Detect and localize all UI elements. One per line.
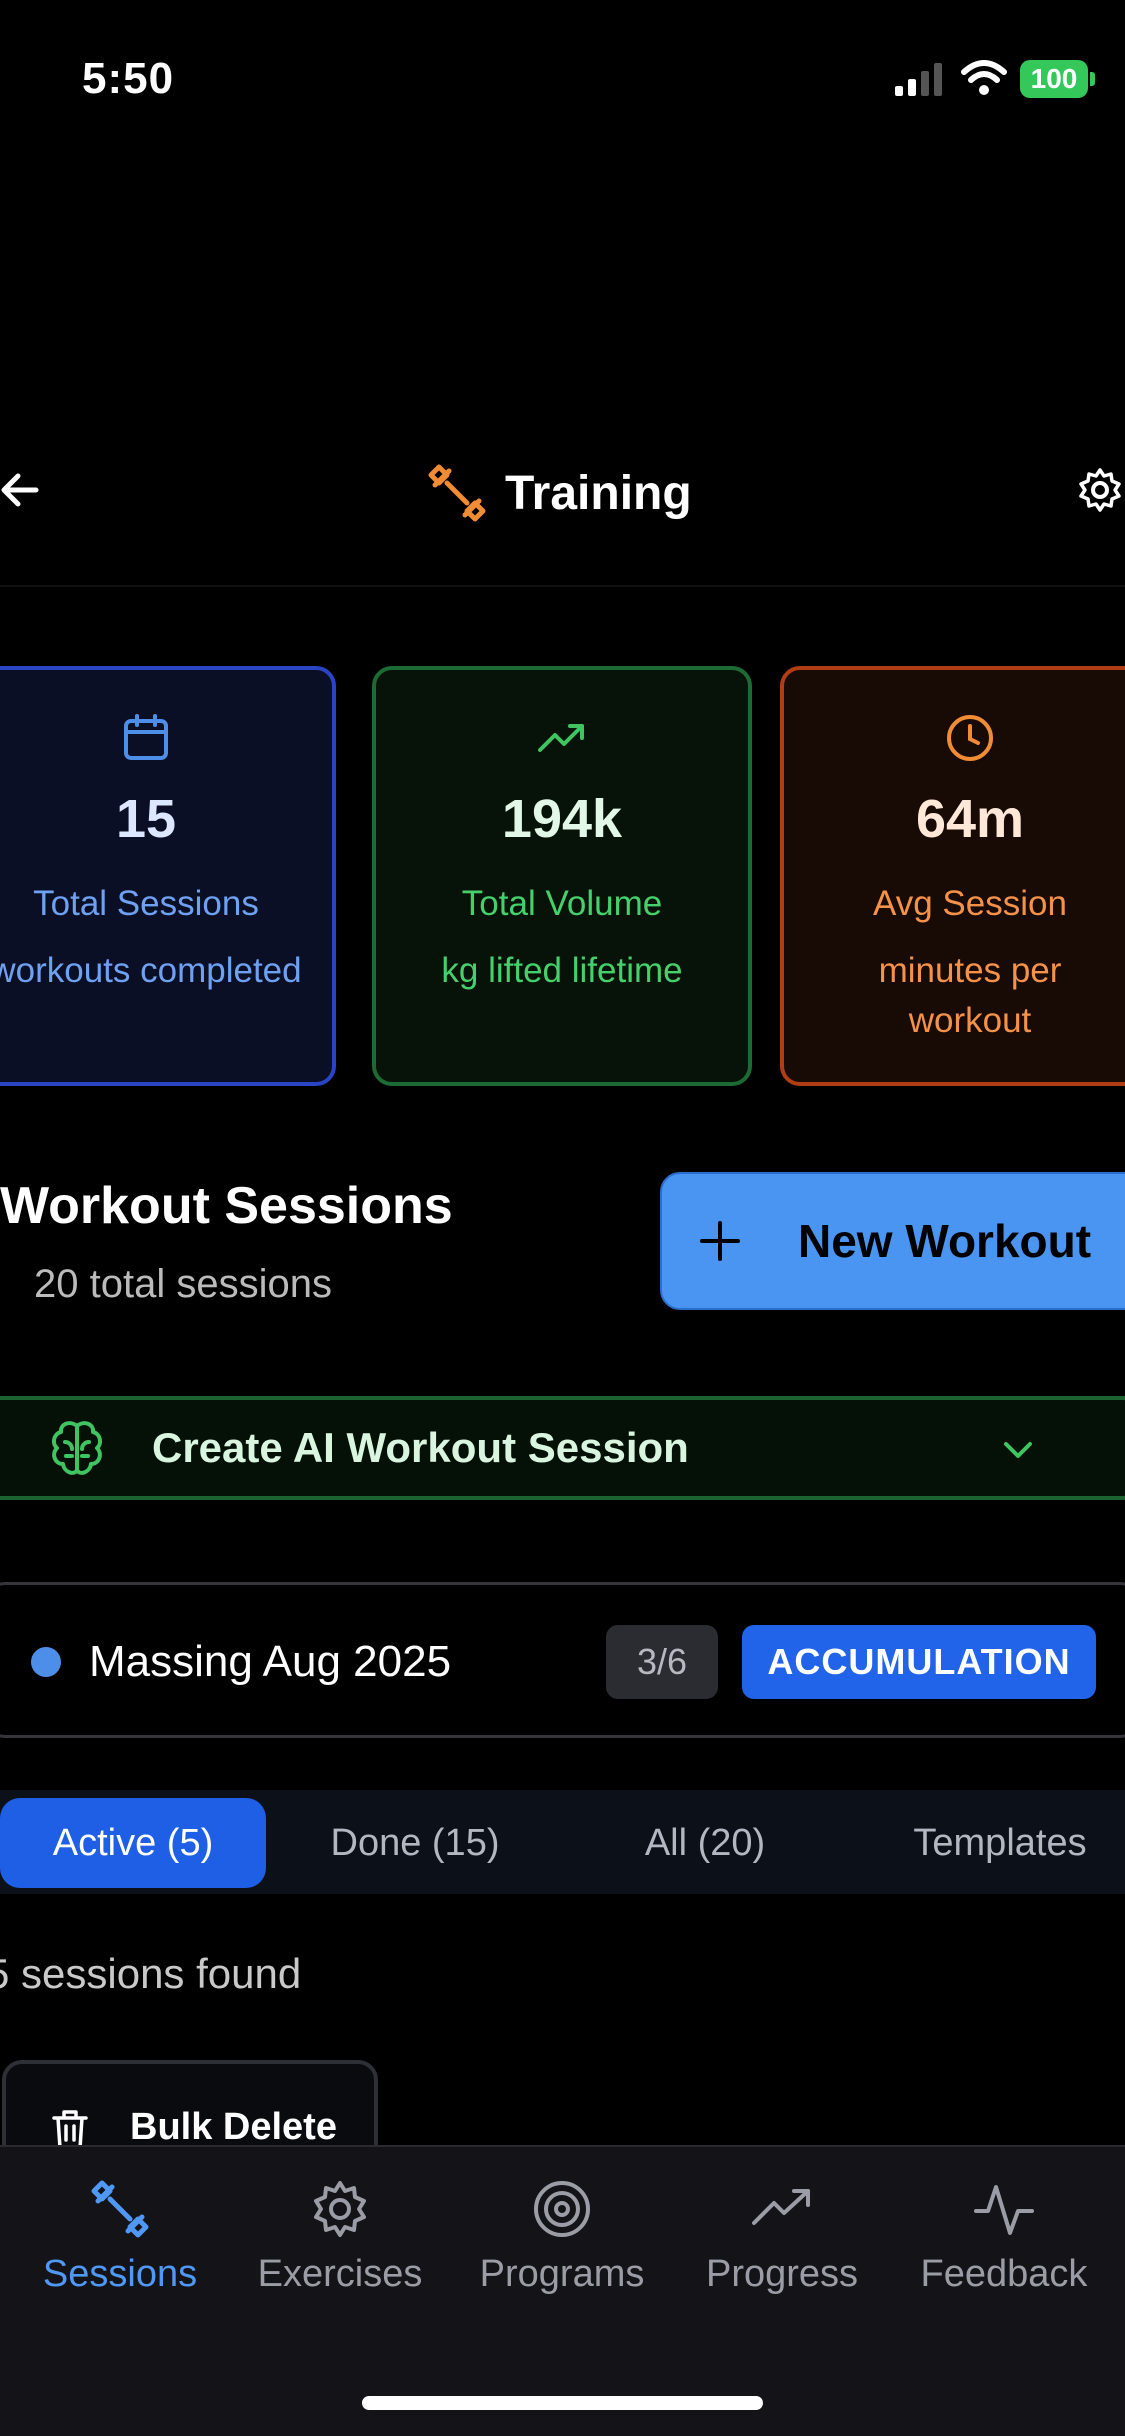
nav-progress[interactable]: Progress [682, 2177, 882, 2296]
trending-up-icon [538, 724, 584, 752]
wifi-icon [961, 60, 1007, 95]
stat-label: Avg Session [873, 884, 1067, 923]
cellular-signal-icon [895, 63, 942, 96]
calendar-icon [124, 714, 168, 760]
create-ai-workout-label: Create AI Workout Session [152, 1424, 689, 1471]
stat-label: Total Volume [461, 884, 663, 923]
nav-label: Exercises [257, 2253, 423, 2295]
status-bar: 5:50 100 [0, 0, 1125, 150]
tab-done[interactable]: Done (15) [290, 1798, 540, 1888]
stat-subtext: minutes per workout [878, 951, 1062, 1040]
stat-card-sessions: 15 Total Sessions workouts completed [0, 666, 336, 1086]
active-program-card[interactable]: Massing Aug 2025 3/6 ACCUMULATION [0, 1582, 1125, 1738]
back-arrow-icon[interactable] [0, 462, 44, 518]
stat-card-volume: 194k Total Volume kg lifted lifetime [372, 666, 752, 1086]
stat-subtext: kg lifted lifetime [441, 951, 683, 990]
tab-all[interactable]: All (20) [580, 1798, 830, 1888]
stat-value: 15 [115, 789, 177, 849]
trending-up-icon [752, 2189, 810, 2225]
page-title: Training [425, 458, 692, 528]
session-filter-tabs: Active (5) Done (15) All (20) Templates [0, 1790, 1125, 1894]
clock-icon [947, 715, 993, 761]
section-title: Workout Sessions [0, 1177, 453, 1235]
bulk-delete-label: Bulk Delete [130, 2106, 337, 2148]
settings-gear-icon[interactable] [1078, 466, 1122, 514]
nav-label: Feedback [920, 2253, 1088, 2295]
dumbbell-icon [91, 2180, 149, 2238]
tab-active[interactable]: Active (5) [0, 1798, 266, 1888]
chevron-down-icon [1004, 1442, 1032, 1458]
target-icon [534, 2181, 590, 2237]
nav-programs[interactable]: Programs [462, 2177, 662, 2296]
nav-sessions[interactable]: Sessions [20, 2177, 220, 2296]
sessions-found-text: 5 sessions found [0, 1950, 302, 1997]
program-phase-badge: ACCUMULATION [742, 1625, 1096, 1699]
battery-tip [1090, 72, 1095, 86]
new-workout-label: New Workout [798, 1215, 1092, 1267]
plus-icon [700, 1221, 740, 1261]
status-time: 5:50 [82, 54, 175, 103]
nav-feedback[interactable]: Feedback [904, 2177, 1104, 2296]
stat-label: Total Sessions [33, 884, 259, 923]
nav-exercises[interactable]: Exercises [240, 2177, 440, 2296]
header-divider [0, 585, 1125, 587]
program-status-dot [31, 1647, 61, 1677]
activity-icon [974, 2185, 1034, 2235]
create-ai-workout-toggle[interactable]: Create AI Workout Session [0, 1396, 1125, 1500]
nav-label: Programs [479, 2253, 645, 2295]
stat-value: 64m [915, 789, 1025, 849]
tab-templates[interactable]: Templates [870, 1798, 1125, 1888]
dumbbell-icon [428, 464, 486, 522]
page-title-text: Training [505, 466, 692, 520]
new-workout-button[interactable]: New Workout [660, 1172, 1125, 1310]
bottom-tab-bar: Sessions Exercises Programs Progress Fee… [0, 2145, 1125, 2436]
nav-label: Sessions [42, 2253, 198, 2295]
program-week-badge: 3/6 [606, 1625, 718, 1699]
gear-icon [314, 2181, 366, 2237]
home-indicator[interactable] [362, 2396, 763, 2410]
brain-icon [51, 1421, 103, 1475]
sessions-count: 20 total sessions [34, 1262, 332, 1306]
program-name: Massing Aug 2025 [89, 1637, 452, 1686]
stat-subtext: workouts completed [0, 951, 302, 990]
battery-indicator: 100 [1020, 60, 1088, 98]
stat-value: 194k [501, 789, 623, 849]
stat-card-avg-session: 64m Avg Session minutes per workout [780, 666, 1125, 1086]
nav-label: Progress [705, 2253, 859, 2295]
